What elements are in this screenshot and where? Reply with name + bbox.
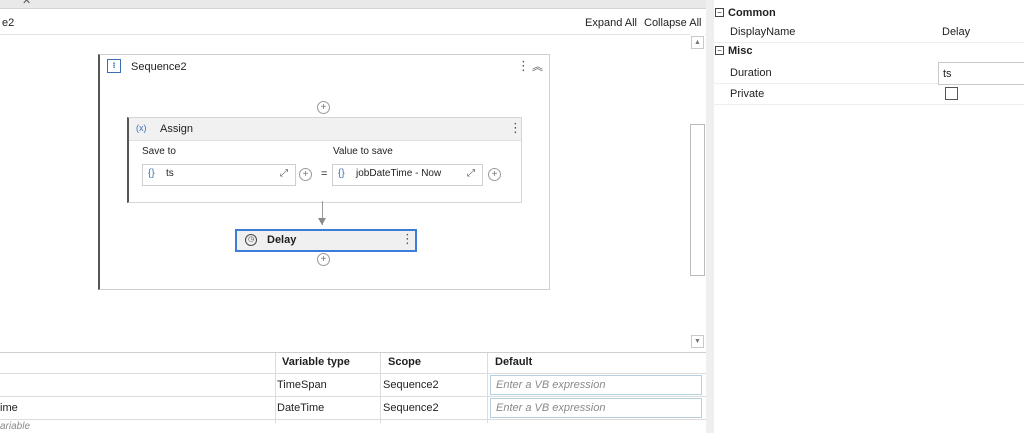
category-misc[interactable]: − Misc: [714, 43, 1024, 60]
add-activity-icon[interactable]: +: [317, 101, 330, 114]
collapse-all-button[interactable]: Collapse All: [644, 17, 701, 29]
property-row-displayname[interactable]: DisplayName Delay: [714, 21, 1024, 43]
scroll-down-icon[interactable]: ▼: [691, 335, 704, 348]
create-variable-link[interactable]: ariable: [0, 421, 30, 432]
variable-icon: (x): [136, 123, 147, 133]
expression-icon: {}: [148, 168, 155, 179]
expand-editor-icon[interactable]: ⤢: [280, 168, 288, 179]
column-header-variable-type[interactable]: Variable type: [282, 356, 350, 368]
default-value-input[interactable]: Enter a VB expression: [490, 398, 702, 418]
table-row[interactable]: ime DateTime Sequence2 Enter a VB expres…: [0, 397, 706, 419]
panel-splitter[interactable]: [706, 0, 714, 433]
sequence-menu-icon[interactable]: ⋮: [517, 58, 530, 74]
sequence-title[interactable]: Sequence2: [131, 61, 187, 73]
assign-title[interactable]: Assign: [160, 123, 193, 135]
value-to-save-label: Value to save: [333, 146, 393, 157]
designer-toolbar: e2 Expand All Collapse All: [0, 9, 706, 35]
variable-type[interactable]: DateTime: [277, 402, 324, 414]
scrollbar-thumb[interactable]: [690, 124, 705, 276]
category-name: Common: [728, 7, 776, 19]
plus-icon[interactable]: +: [488, 168, 501, 181]
save-to-value: ts: [166, 168, 174, 179]
expression-icon: {}: [338, 168, 345, 179]
add-activity-icon[interactable]: +: [317, 253, 330, 266]
private-checkbox[interactable]: [945, 87, 958, 100]
column-header-scope[interactable]: Scope: [388, 356, 421, 368]
variable-type[interactable]: TimeSpan: [277, 379, 327, 391]
duration-input[interactable]: ts: [938, 62, 1024, 85]
table-row[interactable]: TimeSpan Sequence2 Enter a VB expression: [0, 374, 706, 396]
sequence-activity[interactable]: ⁝ Sequence2 ⋮ ︽ + (x) Assign ⋮ Save to V…: [98, 54, 550, 290]
property-value[interactable]: Delay: [942, 26, 970, 38]
clock-icon: ◷: [245, 234, 257, 246]
category-name: Misc: [728, 45, 753, 57]
default-placeholder: Enter a VB expression: [496, 379, 606, 391]
value-to-save-field[interactable]: {} jobDateTime - Now ⤢: [332, 164, 483, 186]
document-tab-strip: ✕: [0, 0, 706, 9]
assign-header: (x) Assign ⋮: [129, 118, 522, 141]
row-divider: [0, 419, 706, 420]
property-row-private[interactable]: Private: [714, 83, 1024, 105]
delay-menu-icon[interactable]: ⋮: [401, 231, 414, 247]
property-name: DisplayName: [730, 26, 796, 38]
workflow-designer: ✕ e2 Expand All Collapse All ▲ ▼ ⁝ Seque…: [0, 0, 706, 350]
collapse-category-icon[interactable]: −: [715, 46, 724, 55]
value-expression: jobDateTime - Now: [356, 168, 442, 179]
collapse-chevron-icon[interactable]: ︽: [532, 58, 543, 74]
connector-arrow: [318, 218, 326, 225]
delay-title[interactable]: Delay: [267, 234, 296, 246]
close-tab-icon[interactable]: ✕: [22, 0, 31, 7]
expand-editor-icon[interactable]: ⤢: [467, 168, 475, 179]
variable-name[interactable]: ime: [0, 402, 18, 414]
save-to-label: Save to: [142, 146, 176, 157]
assign-menu-icon[interactable]: ⋮: [509, 120, 522, 136]
default-placeholder: Enter a VB expression: [496, 402, 606, 414]
designer-vertical-scrollbar[interactable]: ▲ ▼: [690, 34, 705, 350]
equals-sign: =: [321, 168, 328, 180]
sequence-header: ⁝ Sequence2 ⋮ ︽: [100, 55, 549, 79]
expand-all-button[interactable]: Expand All: [585, 17, 637, 29]
assign-activity[interactable]: (x) Assign ⋮ Save to Value to save {} ts…: [127, 117, 522, 203]
column-header-default[interactable]: Default: [495, 356, 532, 368]
category-common[interactable]: − Common: [714, 5, 1024, 22]
collapse-category-icon[interactable]: −: [715, 8, 724, 17]
variable-scope[interactable]: Sequence2: [383, 402, 439, 414]
property-name: Private: [730, 88, 765, 100]
default-value-input[interactable]: Enter a VB expression: [490, 375, 702, 395]
variable-scope[interactable]: Sequence2: [383, 379, 439, 391]
delay-activity[interactable]: ◷ Delay ⋮: [235, 229, 417, 252]
save-to-field[interactable]: {} ts ⤢: [142, 164, 296, 186]
properties-panel: − Common DisplayName Delay − Misc Durati…: [714, 0, 1024, 433]
variables-panel: Variable type Scope Default TimeSpan Seq…: [0, 352, 706, 434]
property-name: Duration: [730, 67, 772, 79]
breadcrumb[interactable]: e2: [2, 17, 14, 29]
scroll-up-icon[interactable]: ▲: [691, 36, 704, 49]
sequence-icon: ⁝: [107, 59, 121, 73]
duration-value: ts: [943, 68, 952, 80]
plus-icon[interactable]: +: [299, 168, 312, 181]
